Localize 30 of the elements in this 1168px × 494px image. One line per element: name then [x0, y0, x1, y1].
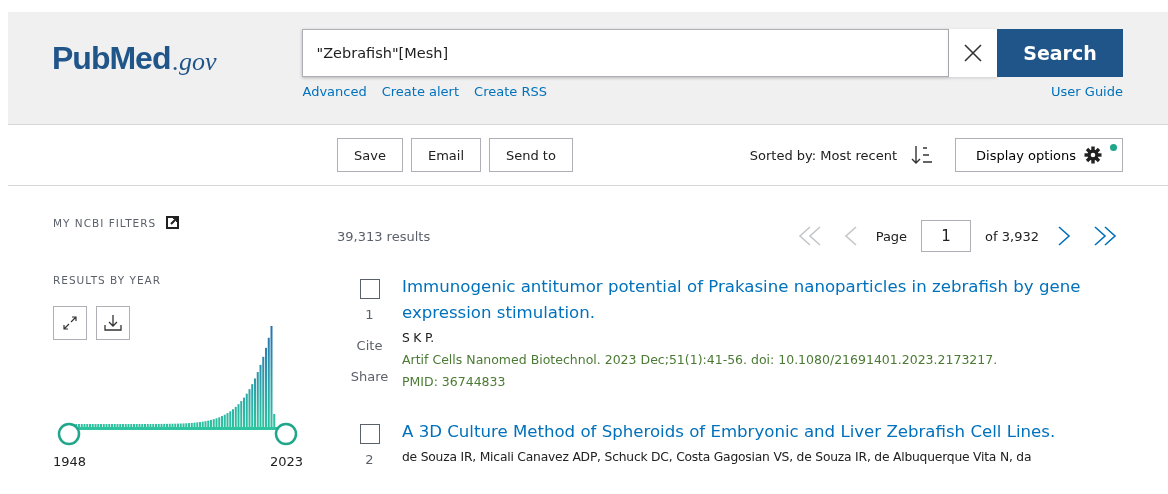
page-total: of 3,932: [985, 228, 1039, 244]
result-authors: de Souza IR, Micali Canavez ADP, Schuck DC, Costa Gagosian VS, de Souza IR, de Albuquerque Vita N, da: [402, 450, 1033, 464]
results-by-year-heading: RESULTS BY YEAR: [53, 274, 161, 286]
action-button[interactable]: Send to: [489, 138, 573, 172]
end-year: 2023: [269, 454, 303, 469]
page-label: Page: [875, 228, 908, 244]
result-citation: Artif Cells Nanomed Biotechnol. 2023 Dec;51(1):41-56. doi: 10.1080/21691401.2023.2173217.: [402, 352, 999, 367]
pubmed-logo[interactable]: PubMed.gov: [52, 41, 217, 77]
search-link[interactable]: Create alert: [381, 84, 460, 99]
display-options-button[interactable]: Display options: [955, 138, 1123, 172]
result-title[interactable]: A 3D Culture Method of Spheroids of Embryonic and Liver Zebrafish Cell Lines.: [402, 419, 1123, 445]
result-number: 1: [365, 307, 374, 322]
result-authors: S K P.: [402, 331, 435, 345]
search-link[interactable]: Advanced: [302, 84, 367, 99]
start-year: 1948: [53, 454, 87, 469]
search-link[interactable]: Create RSS: [474, 84, 547, 99]
result-title[interactable]: Immunogenic antitumor potential of Prakasine nanoparticles in zebrafish by gene expression stimulation.: [402, 274, 1123, 326]
search-field[interactable]: "Zebrafish"[Mesh]: [302, 29, 949, 77]
result-action-link[interactable]: Cite: [356, 338, 383, 353]
user-guide-link[interactable]: User Guide: [1051, 84, 1123, 99]
search-button[interactable]: Search: [997, 29, 1123, 77]
page-field[interactable]: 1: [921, 220, 972, 252]
filters-heading: MY NCBI FILTERS: [53, 216, 157, 229]
action-button[interactable]: Save: [337, 138, 403, 172]
action-button[interactable]: Email: [410, 138, 481, 172]
result-number: 2: [365, 452, 374, 467]
results-count: 39,313 results: [337, 228, 431, 244]
sort-label[interactable]: Sorted by: Most recent: [749, 147, 898, 163]
result-pmid: PMID: 36744833: [402, 374, 507, 389]
result-action-link[interactable]: Share: [350, 369, 389, 384]
